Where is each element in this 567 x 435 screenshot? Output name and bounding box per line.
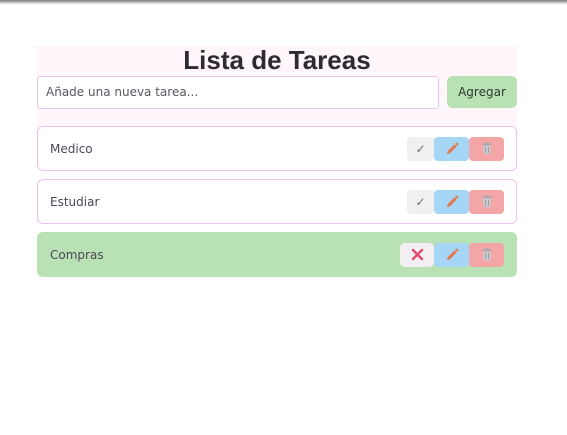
task-label: Compras (50, 247, 104, 262)
check-icon: ✓ (415, 194, 426, 209)
pencil-icon (445, 195, 459, 209)
complete-task-button[interactable]: ✓ (407, 136, 434, 161)
pencil-icon (445, 142, 459, 156)
task-actions: ✓ (407, 189, 504, 214)
todo-app: Lista de Tareas Agregar Medico ✓ (37, 46, 517, 285)
task-label: Estudiar (50, 194, 100, 209)
window-top-shadow (0, 0, 567, 5)
new-task-form: Agregar (37, 75, 517, 109)
task-actions: ✓ (407, 136, 504, 161)
trash-icon (481, 248, 493, 261)
edit-task-button[interactable] (434, 189, 469, 214)
page-title: Lista de Tareas (183, 45, 371, 75)
delete-task-button[interactable] (469, 189, 504, 214)
delete-task-button[interactable] (469, 242, 504, 267)
add-task-button[interactable]: Agregar (447, 76, 517, 108)
task-item-estudiar: Estudiar ✓ (37, 179, 517, 224)
pencil-icon (445, 248, 459, 262)
task-item-medico: Medico ✓ (37, 126, 517, 171)
trash-icon (481, 142, 493, 155)
task-item-compras: Compras (37, 232, 517, 277)
task-label: Medico (50, 141, 93, 156)
close-icon (411, 248, 424, 261)
edit-task-button[interactable] (434, 242, 469, 267)
trash-icon (481, 195, 493, 208)
task-list: Medico ✓ Estudiar ✓ Compras (37, 126, 517, 277)
delete-task-button[interactable] (469, 136, 504, 161)
undo-complete-button[interactable] (400, 242, 434, 267)
new-task-input[interactable] (37, 75, 439, 109)
task-actions (400, 242, 504, 267)
complete-task-button[interactable]: ✓ (407, 189, 434, 214)
check-icon: ✓ (415, 141, 426, 156)
edit-task-button[interactable] (434, 136, 469, 161)
